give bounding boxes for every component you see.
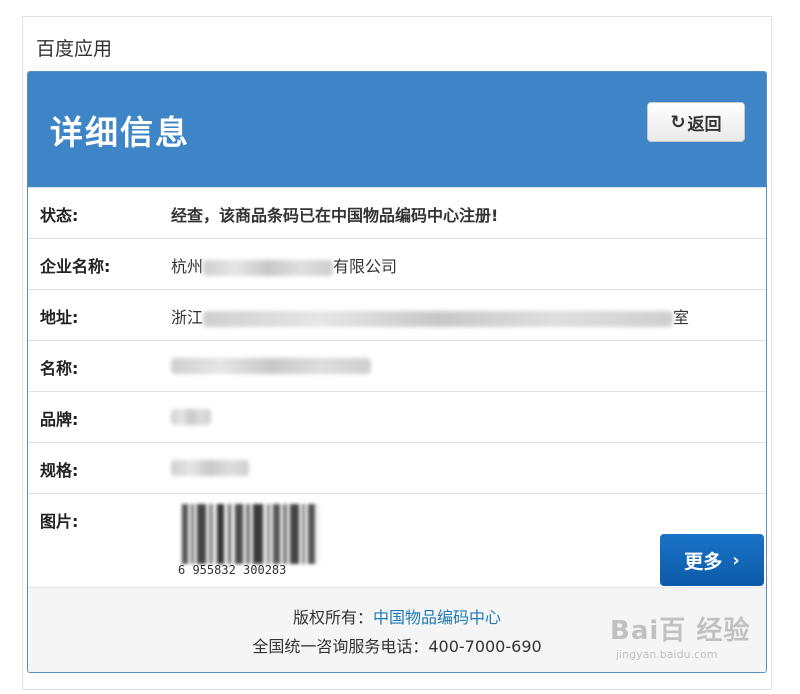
redacted-text <box>203 259 334 276</box>
row-label: 状态: <box>40 206 79 225</box>
barcode-digits: 6 955832 300283 <box>178 563 287 577</box>
spec-value <box>171 457 249 476</box>
watermark-url: jingyan.baidu.com <box>616 648 718 661</box>
baidu-jingyan-watermark: Bai百 经验 jingyan.baidu.com <box>610 610 760 670</box>
row-label: 规格: <box>40 461 79 480</box>
refresh-icon: ↻ <box>670 111 686 133</box>
company-suffix: 有限公司 <box>333 257 398 276</box>
barcode-image <box>180 504 320 564</box>
brand-value <box>171 406 211 425</box>
row-label: 企业名称: <box>40 257 111 276</box>
copyright-prefix: 版权所有： <box>292 608 373 627</box>
row-brand: 品牌: <box>28 391 766 443</box>
back-button-label: 返回 <box>687 114 722 135</box>
more-button[interactable]: 更多 › <box>660 534 764 586</box>
hotline-label: 全国统一咨询服务电话： <box>252 637 429 656</box>
status-value: 经查，该商品条码已在中国物品编码中心注册! <box>171 206 499 225</box>
row-label: 名称: <box>40 359 79 378</box>
row-company: 企业名称: 杭州 有限公司 <box>28 238 766 290</box>
more-button-label: 更多 <box>684 550 723 573</box>
card-title: 详细信息 <box>50 113 190 152</box>
address-suffix: 室 <box>673 308 690 327</box>
redacted-text <box>171 408 211 425</box>
hotline-number: 400-7000-690 <box>428 637 542 656</box>
watermark-logo-text: Bai百 经验 <box>610 616 751 646</box>
redacted-text <box>203 310 674 327</box>
row-status: 状态: 经查，该商品条码已在中国物品编码中心注册! <box>28 187 766 239</box>
company-prefix: 杭州 <box>171 257 204 276</box>
redacted-text <box>171 357 371 374</box>
address-value: 浙江 室 <box>171 304 689 328</box>
row-label: 地址: <box>40 308 79 327</box>
chevron-right-icon: › <box>732 549 740 571</box>
row-image: 图片: <box>28 493 766 588</box>
row-label: 品牌: <box>40 410 79 429</box>
app-title: 百度应用 <box>36 38 113 60</box>
address-prefix: 浙江 <box>171 308 204 327</box>
row-label: 图片: <box>40 512 79 531</box>
company-value: 杭州 有限公司 <box>171 253 397 277</box>
row-name: 名称: <box>28 340 766 392</box>
back-button[interactable]: ↻ 返回 <box>647 102 745 142</box>
row-address: 地址: 浙江 室 <box>28 289 766 341</box>
name-value <box>171 355 371 374</box>
detail-card: 详细信息 ↻ 返回 状态: 经查，该商品条码已在中国物品编码中心注册! 企业名称… <box>27 71 767 673</box>
card-header: 详细信息 ↻ 返回 <box>28 72 766 187</box>
row-spec: 规格: <box>28 442 766 494</box>
redacted-text <box>171 459 249 476</box>
copyright-link[interactable]: 中国物品编码中心 <box>373 608 501 627</box>
